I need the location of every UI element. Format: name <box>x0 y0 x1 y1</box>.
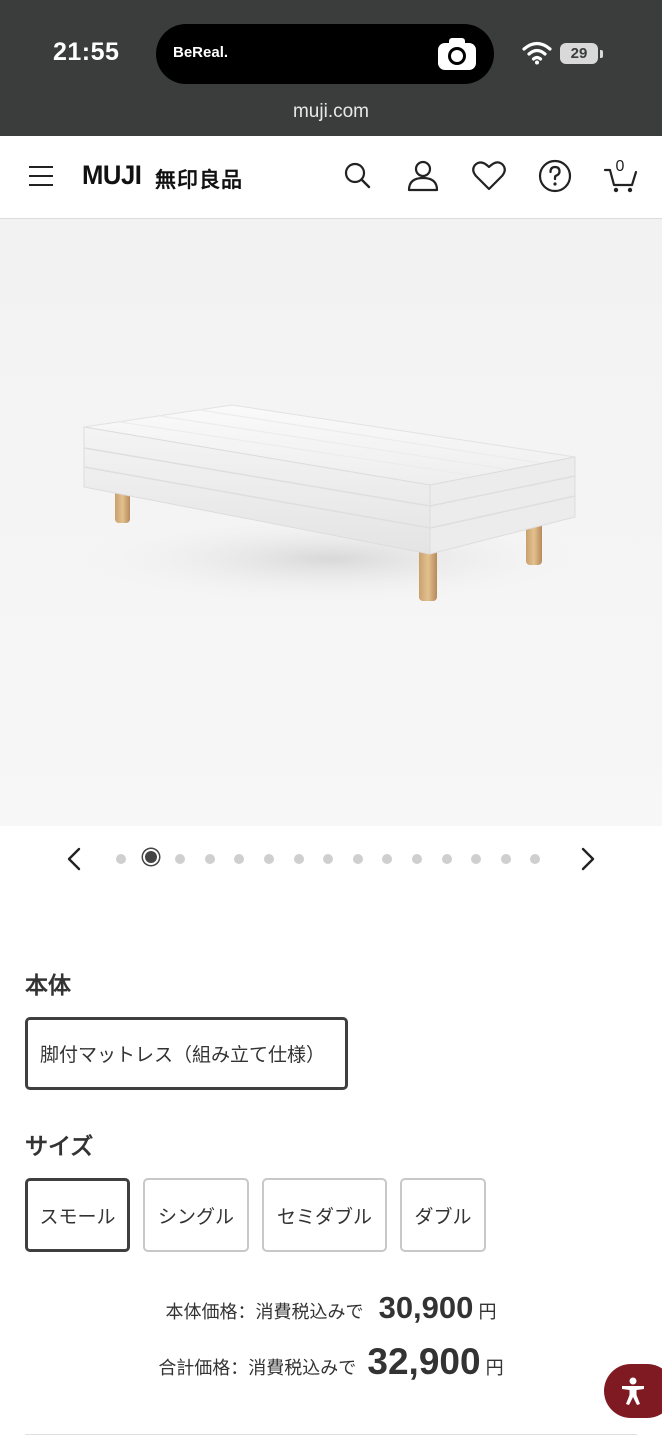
dynamic-island: BeReal. <box>156 24 494 84</box>
size-option-double[interactable]: ダブル <box>400 1178 486 1252</box>
carousel-prev-icon[interactable] <box>62 845 88 873</box>
body-option-button[interactable]: 脚付マットレス（組み立て仕様） <box>25 1017 348 1090</box>
total-price-row: 合計価格：消費税込みで 32,900 円 <box>0 1341 662 1383</box>
island-app-name: BeReal. <box>173 44 229 61</box>
carousel-dot[interactable] <box>204 854 215 864</box>
total-price-currency: 円 <box>485 1358 504 1379</box>
camera-icon <box>438 38 476 70</box>
heart-icon[interactable] <box>471 158 507 194</box>
carousel-dot[interactable] <box>500 854 511 864</box>
cart-count: 0 <box>615 158 625 175</box>
carousel-dot[interactable] <box>175 854 186 864</box>
carousel-dot[interactable] <box>412 854 422 864</box>
carousel-dot[interactable] <box>234 854 245 864</box>
accessibility-button[interactable] <box>604 1364 662 1418</box>
carousel-dot[interactable] <box>530 854 541 864</box>
product-image[interactable] <box>0 219 662 826</box>
carousel-dot[interactable] <box>471 854 482 864</box>
url-bar[interactable]: muji.com <box>0 101 662 123</box>
accessibility-icon <box>622 1377 644 1405</box>
carousel-dot[interactable] <box>116 854 126 864</box>
battery-nub <box>600 50 603 58</box>
logo-muji[interactable]: MUJI <box>82 160 142 191</box>
account-icon[interactable] <box>405 158 441 194</box>
logo-mujirushi[interactable]: 無印良品 <box>155 164 243 194</box>
total-price-label: 合計価格：消費税込みで <box>158 1358 357 1379</box>
carousel-dot[interactable] <box>323 854 334 864</box>
divider <box>25 1434 637 1435</box>
help-icon[interactable] <box>537 158 573 194</box>
body-section-title: 本体 <box>25 973 71 999</box>
body-price-label: 本体価格：消費税込みで <box>165 1302 364 1323</box>
status-time: 21:55 <box>53 38 120 66</box>
carousel-dot[interactable] <box>382 854 393 864</box>
mattress-with-legs-image <box>0 219 662 826</box>
size-section-title: サイズ <box>25 1134 94 1160</box>
battery-indicator: 29 <box>560 43 598 64</box>
carousel-next-icon[interactable] <box>574 845 600 873</box>
body-price-row: 本体価格：消費税込みで 30,900 円 <box>0 1290 662 1326</box>
size-option-single[interactable]: シングル <box>143 1178 249 1252</box>
body-price-value: 30,900 <box>378 1290 474 1325</box>
carousel-dot[interactable] <box>144 851 157 863</box>
site-header: MUJI 無印良品 0 <box>0 136 662 219</box>
total-price-value: 32,900 <box>367 1341 481 1382</box>
wifi-icon <box>522 41 552 65</box>
menu-icon[interactable] <box>29 166 53 186</box>
carousel-dot[interactable] <box>293 854 304 864</box>
status-bar: 21:55 BeReal. 29 muji.com <box>0 0 662 136</box>
carousel-dot[interactable] <box>441 854 452 864</box>
body-price-currency: 円 <box>478 1302 497 1323</box>
size-option-semi-double[interactable]: セミダブル <box>262 1178 387 1252</box>
carousel-dot[interactable] <box>264 854 274 864</box>
size-option-small[interactable]: スモール <box>25 1178 130 1252</box>
carousel-dot[interactable] <box>352 854 363 864</box>
search-icon[interactable] <box>340 158 376 194</box>
